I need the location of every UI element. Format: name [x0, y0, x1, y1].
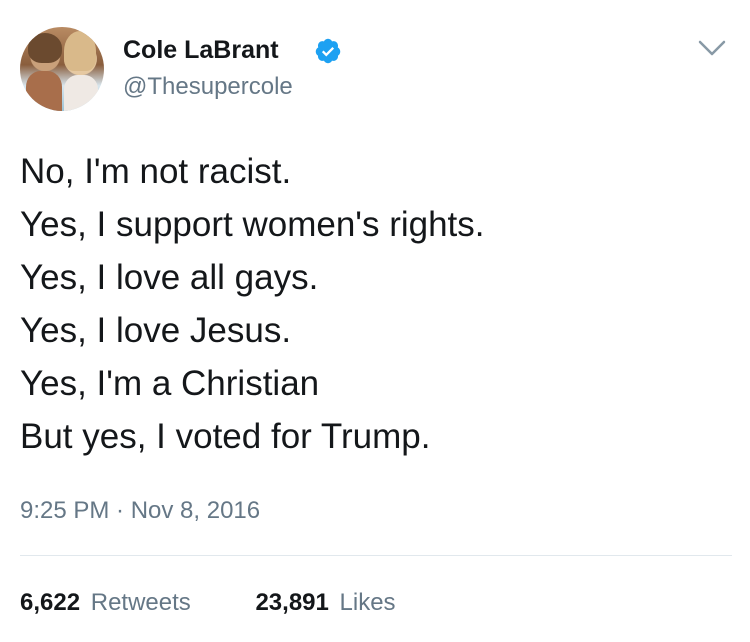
tweet-card: Cole LaBrant @Thesupercole No, I'm not r…	[0, 0, 750, 642]
tweet-text-line: Yes, I'm a Christian	[20, 364, 320, 403]
tweet-text: No, I'm not racist. Yes, I support women…	[20, 145, 730, 463]
tweet-timestamp[interactable]: 9:25 PM · Nov 8, 2016	[20, 497, 260, 525]
author-display-name[interactable]: Cole LaBrant	[123, 36, 279, 65]
tweet-text-line: Yes, I support women's rights.	[20, 205, 485, 244]
likes-count: 23,891	[255, 589, 329, 616]
avatar-photo-part	[64, 75, 98, 111]
retweets-count: 6,622	[20, 589, 81, 616]
retweets-label: Retweets	[90, 589, 191, 616]
divider	[20, 555, 732, 556]
retweets-stat[interactable]: 6,622 Retweets	[20, 589, 191, 617]
tweet-text-line: No, I'm not racist.	[20, 152, 292, 191]
author-handle[interactable]: @Thesupercole	[123, 73, 293, 101]
tweet-text-line: But yes, I voted for Trump.	[20, 417, 431, 456]
avatar-photo-part	[64, 31, 96, 71]
tweet-text-line: Yes, I love Jesus.	[20, 311, 292, 350]
avatar-photo-part	[26, 71, 62, 111]
chevron-down-icon[interactable]	[697, 38, 727, 58]
avatar[interactable]	[20, 27, 104, 111]
likes-label: Likes	[339, 589, 396, 616]
likes-stat[interactable]: 23,891 Likes	[255, 589, 395, 617]
tweet-stats: 6,622 Retweets 23,891 Likes	[20, 589, 454, 617]
avatar-photo-part	[28, 33, 62, 63]
tweet-text-line: Yes, I love all gays.	[20, 258, 319, 297]
verified-badge-icon	[315, 38, 341, 64]
